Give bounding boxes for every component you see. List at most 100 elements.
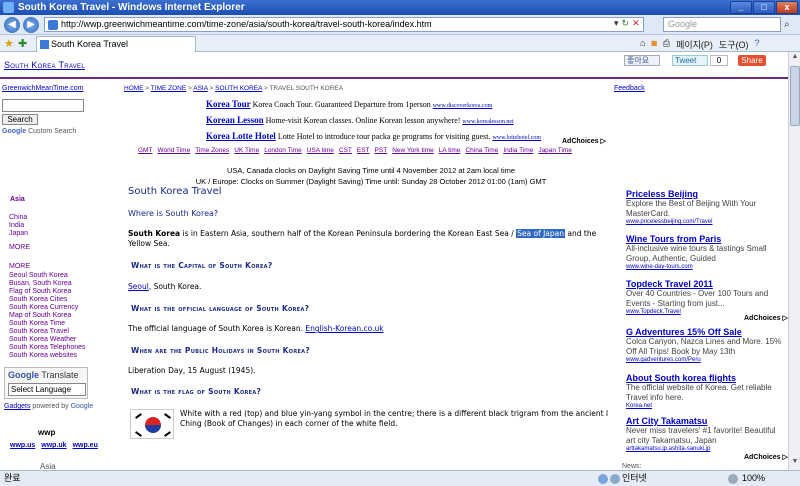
ad-title[interactable]: About South korea flights <box>626 373 786 383</box>
scroll-thumb[interactable] <box>790 66 800 126</box>
ad-url[interactable]: www.lottehotel.com <box>492 135 541 141</box>
add-favorite-icon[interactable]: ✚ <box>18 37 27 50</box>
refresh-icon[interactable]: ↻ <box>622 18 630 29</box>
top-ad[interactable]: Korean Lesson Home-visit Korean classes.… <box>206 115 514 125</box>
sidebar-link[interactable]: South Korea Currency <box>9 304 86 312</box>
right-ad[interactable]: Topdeck Travel 2011 Over 40 Countries - … <box>626 279 786 315</box>
sidebar-link[interactable]: South Korea Weather <box>9 336 86 344</box>
time-link[interactable]: GMT <box>138 147 152 154</box>
page-menu[interactable]: 페이지(P) <box>676 38 713 51</box>
feeds-icon[interactable]: ◙ <box>651 38 656 51</box>
back-button[interactable]: ◀ <box>4 17 20 33</box>
wwp-us-link[interactable]: wwp.us <box>10 442 35 449</box>
sidebar-link[interactable]: South Korea Time <box>9 320 86 328</box>
tools-menu[interactable]: 도구(O) <box>719 38 749 51</box>
time-link[interactable]: Time Zones <box>195 147 229 154</box>
ad-title[interactable]: Art City Takamatsu <box>626 416 786 426</box>
sidebar-link[interactable]: South Korea Telephones <box>9 344 86 352</box>
breadcrumb-south-korea[interactable]: SOUTH KOREA <box>215 85 262 92</box>
vertical-scrollbar[interactable]: ▲ ▼ <box>788 52 800 470</box>
forward-button[interactable]: ▶ <box>23 17 39 33</box>
asia-link-india[interactable]: India <box>9 222 28 230</box>
ad-title[interactable]: Topdeck Travel 2011 <box>626 279 786 289</box>
adchoices-label[interactable]: AdChoices ▷ <box>562 137 606 145</box>
tab-south-korea-travel[interactable]: South Korea Travel <box>36 36 196 52</box>
time-link[interactable]: EST <box>357 147 370 154</box>
sidebar-link[interactable]: Seoul South Korea <box>9 272 86 280</box>
seoul-link[interactable]: Seoul <box>128 282 149 291</box>
ad-title[interactable]: Korea Tour <box>206 99 251 109</box>
ad-title[interactable]: Korea Lotte Hotel <box>206 131 276 141</box>
sidebar-link[interactable]: South Korea Travel <box>9 328 86 336</box>
gmt-link[interactable]: GreenwichMeanTime.com <box>2 85 83 92</box>
top-ad[interactable]: Korea Tour Korea Coach Tour. Guaranteed … <box>206 99 492 109</box>
time-link[interactable]: China Time <box>465 147 498 154</box>
ad-url[interactable]: www.wine-day-tours.com <box>626 264 786 270</box>
time-link[interactable]: UK Time <box>234 147 259 154</box>
ad-title[interactable]: G Adventures 15% Off Sale <box>626 327 786 337</box>
right-ad[interactable]: Wine Tours from Paris All-inclusive wine… <box>626 234 786 270</box>
time-link[interactable]: London Time <box>264 147 302 154</box>
adchoices-label[interactable]: AdChoices ▷ <box>744 453 788 461</box>
time-link[interactable]: New York time <box>392 147 434 154</box>
scroll-down-icon[interactable]: ▼ <box>790 458 800 469</box>
breadcrumb-asia[interactable]: ASIA <box>193 85 207 92</box>
time-link[interactable]: PST <box>375 147 388 154</box>
sidebar-link[interactable]: South Korea Cities <box>9 296 86 304</box>
time-link[interactable]: LA time <box>439 147 461 154</box>
right-ad[interactable]: G Adventures 15% Off Sale Colca Canyon, … <box>626 327 786 363</box>
site-title[interactable]: South Korea Travel <box>4 60 85 70</box>
close-button[interactable]: x <box>776 1 798 14</box>
sidebar-link[interactable]: Flag of South Korea <box>9 288 86 296</box>
adchoices-label[interactable]: AdChoices ▷ <box>744 314 788 322</box>
ad-url[interactable]: arttakamatsu.jp.ashita-sanuki.jp <box>626 446 786 452</box>
tweet-button[interactable]: Tweet <box>672 55 708 66</box>
protected-mode-icon[interactable] <box>728 474 738 484</box>
time-link[interactable]: India Time <box>503 147 533 154</box>
sidebar-link[interactable]: Busan, South Korea <box>9 280 86 288</box>
address-bar[interactable]: http://wwp.greenwichmeantime.com/time-zo… <box>44 17 644 32</box>
feedback-link[interactable]: Feedback <box>614 85 645 92</box>
site-search-button[interactable]: Search <box>2 114 38 125</box>
ad-title[interactable]: Korean Lesson <box>206 115 264 125</box>
like-button[interactable]: 좋아요 <box>624 55 660 66</box>
wwp-uk-link[interactable]: wwp.uk <box>41 442 66 449</box>
right-ad[interactable]: Priceless Beijing Explore the Best of Be… <box>626 189 786 225</box>
time-link[interactable]: Japan Time <box>538 147 572 154</box>
ad-url[interactable]: www.korealesson.net <box>462 119 513 125</box>
dropdown-icon[interactable]: ▾ <box>614 18 619 29</box>
top-ad[interactable]: Korea Lotte Hotel Lotte Hotel to introdu… <box>206 131 541 141</box>
right-ad[interactable]: About South korea flights The official w… <box>626 373 786 409</box>
print-icon[interactable]: ⎙ <box>663 38 670 51</box>
ad-url[interactable]: www.pricelessbeijing.com/Travel <box>626 219 786 225</box>
share-button[interactable]: Share <box>738 55 766 66</box>
wwp-eu-link[interactable]: wwp.eu <box>73 442 98 449</box>
english-korean-link[interactable]: English-Korean.co.uk <box>305 324 383 333</box>
time-link[interactable]: CST <box>339 147 352 154</box>
time-link[interactable]: USA time <box>307 147 334 154</box>
asia-heading[interactable]: Asia <box>10 196 25 203</box>
right-ad[interactable]: Art City Takamatsu Never miss travelers'… <box>626 416 786 452</box>
ad-url[interactable]: www.discoverkorea.com <box>433 103 493 109</box>
sidebar-link[interactable]: South Korea websites <box>9 352 86 360</box>
scroll-up-icon[interactable]: ▲ <box>790 53 800 64</box>
ad-title[interactable]: Priceless Beijing <box>626 189 786 199</box>
time-link[interactable]: World Time <box>157 147 190 154</box>
language-select[interactable]: Select Language <box>8 383 86 396</box>
more-link[interactable]: MORE <box>9 244 30 251</box>
help-icon[interactable]: ? <box>754 38 759 51</box>
ad-url[interactable]: www.gadventures.com/Peru <box>626 357 786 363</box>
search-icon[interactable]: ⌕ <box>784 18 797 31</box>
stop-icon[interactable]: ✕ <box>632 18 640 29</box>
ad-url[interactable]: Korea.net <box>626 403 786 409</box>
site-search-input[interactable] <box>2 99 84 112</box>
sidebar-link[interactable]: Map of South Korea <box>9 312 86 320</box>
search-box[interactable]: Google <box>663 17 781 32</box>
home-icon[interactable]: ⌂ <box>640 38 645 51</box>
favorites-star-icon[interactable]: ★ <box>4 37 14 50</box>
breadcrumb-home[interactable]: HOME <box>124 85 144 92</box>
minimize-button[interactable]: _ <box>730 1 752 14</box>
asia-link-china[interactable]: China <box>9 214 28 222</box>
more-link-2[interactable]: MORE <box>9 263 86 271</box>
zoom-level[interactable]: 100% <box>742 471 765 486</box>
